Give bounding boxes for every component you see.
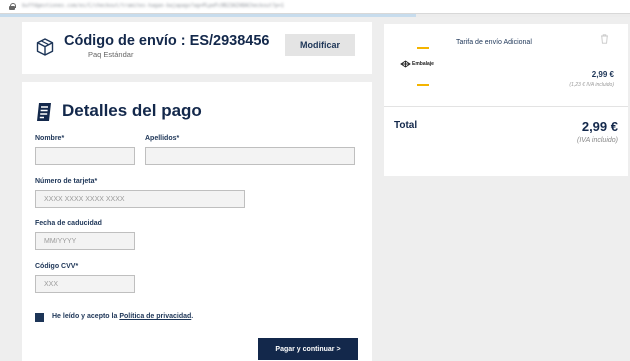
- shipping-card: Código de envío : ES/2938456 Paq Estánda…: [22, 22, 372, 74]
- payment-card: Detalles del pago Nombre* Apellidos* Núm…: [22, 82, 372, 361]
- cvv-input[interactable]: [35, 275, 135, 293]
- summary-item-price: 2,99 €: [591, 70, 614, 79]
- embalaje-logo: Embalaje: [398, 46, 444, 86]
- consent-suffix: .: [191, 313, 194, 320]
- logo-glyph: [400, 60, 411, 68]
- modify-button[interactable]: Modificar: [285, 34, 355, 56]
- total-vat-note: (IVA incluido): [577, 137, 618, 144]
- summary-item-vat-note: (1,23 € IVA incluido): [569, 82, 614, 88]
- last-name-input[interactable]: [145, 147, 355, 165]
- last-name-label: Apellidos*: [145, 135, 180, 142]
- card-number-input[interactable]: [35, 190, 245, 208]
- first-name-input[interactable]: [35, 147, 135, 165]
- first-name-label: Nombre*: [35, 135, 65, 142]
- shipping-type: Paq Estándar: [88, 50, 134, 59]
- pay-and-continue-button[interactable]: Pagar y continuar >: [258, 338, 358, 360]
- url-text[interactable]: buffdgestiones.com/es/C/checkout/tramite…: [22, 3, 322, 10]
- summary-item-name: Tarifa de envío Adicional: [456, 39, 532, 46]
- checkout-progress-fill: [0, 14, 416, 17]
- privacy-policy-link[interactable]: Política de privacidad: [119, 313, 191, 320]
- lock-icon: [9, 3, 16, 10]
- consent-prefix: He leído y acepto la: [52, 313, 120, 320]
- expiry-label: Fecha de caducidad: [35, 220, 102, 227]
- logo-accent-top: [417, 47, 429, 49]
- payment-title: Detalles del pago: [62, 101, 202, 120]
- browser-address-bar[interactable]: buffdgestiones.com/es/C/checkout/tramite…: [0, 0, 630, 14]
- privacy-consent-checkbox[interactable]: [35, 313, 44, 322]
- card-number-label: Número de tarjeta*: [35, 178, 98, 185]
- logo-mark: Embalaje: [400, 57, 440, 71]
- order-summary-card: Embalaje Tarifa de envío Adicional 2,99 …: [384, 24, 628, 176]
- logo-accent-bottom: [417, 84, 429, 86]
- receipt-icon: [37, 103, 51, 121]
- total-value: 2,99 €: [581, 119, 618, 134]
- package-box-icon: [36, 38, 54, 56]
- logo-text: Embalaje: [412, 61, 434, 67]
- checkout-progress-bar: [0, 14, 630, 17]
- summary-divider: [384, 106, 628, 107]
- trash-icon[interactable]: [600, 34, 609, 44]
- total-label: Total: [394, 120, 418, 131]
- cvv-label: Código CVV*: [35, 263, 79, 270]
- shipping-code: Código de envío : ES/2938456: [64, 33, 270, 49]
- expiry-input[interactable]: [35, 232, 135, 250]
- privacy-consent-text: He leído y acepto la Política de privaci…: [52, 313, 193, 320]
